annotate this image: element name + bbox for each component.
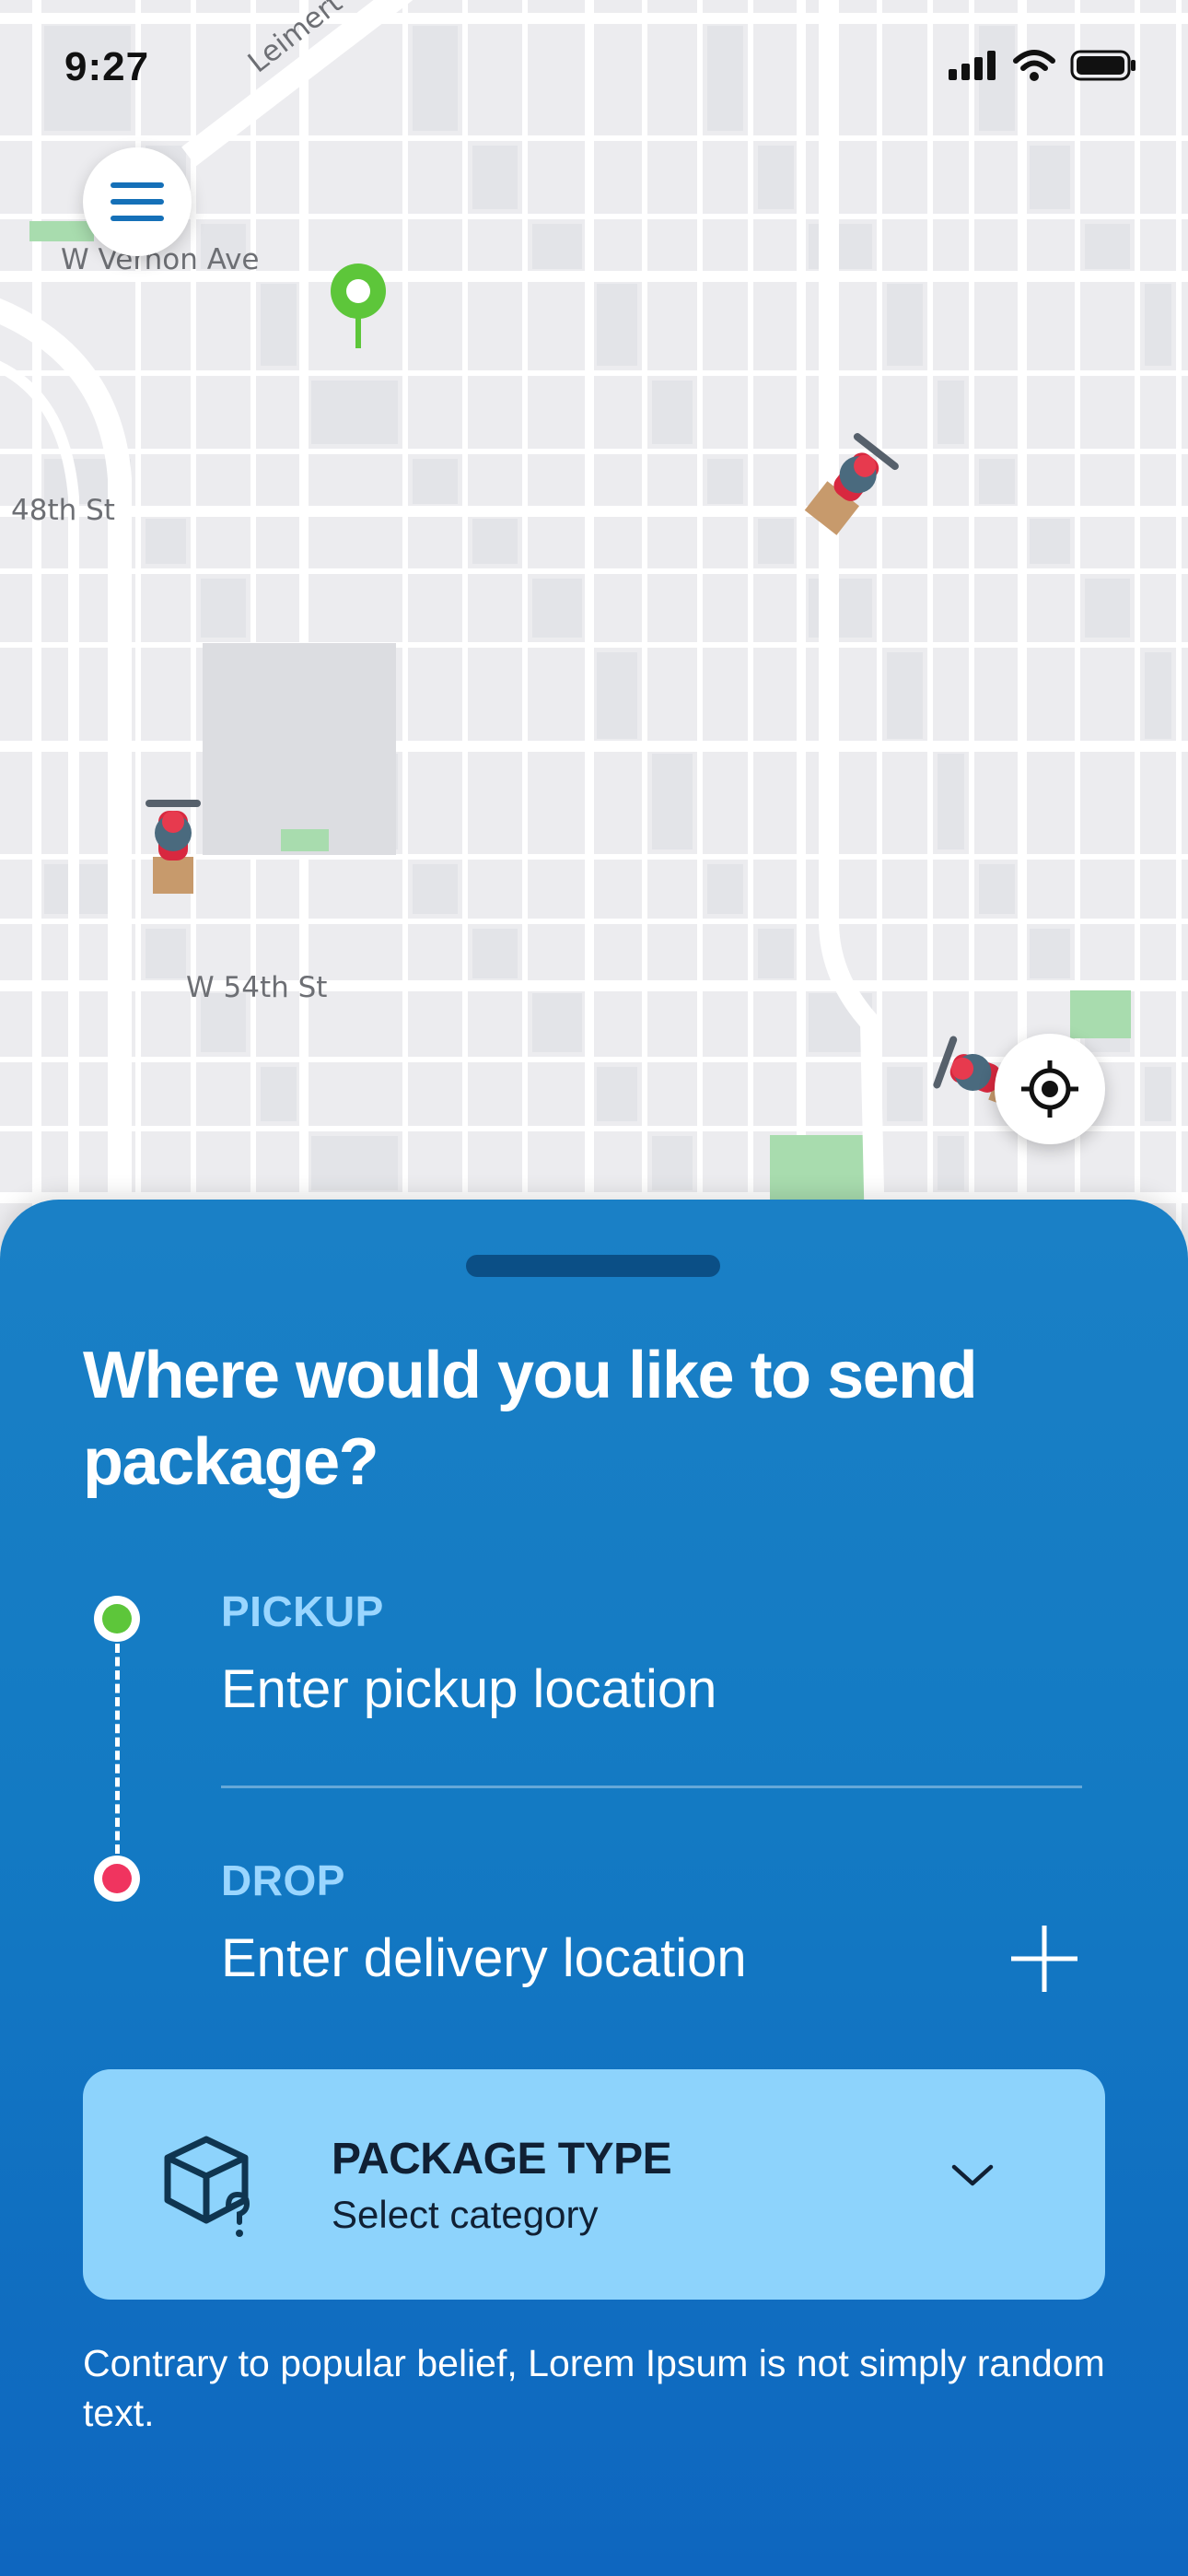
add-stop-button[interactable] [1004,1918,1085,1999]
battery-icon [1070,50,1136,81]
pickup-label: PICKUP [221,1587,384,1635]
wifi-icon [1013,50,1055,81]
pickup-location-input[interactable]: Enter pickup location [221,1658,716,1720]
package-type-title: PACKAGE TYPE [332,2135,672,2184]
status-bar: 9:27 [0,0,1188,138]
sheet-drag-handle[interactable] [466,1255,720,1277]
divider [221,1786,1082,1788]
crosshair-locate-icon [1021,1060,1078,1118]
menu-button[interactable] [83,147,192,256]
package-type-selector[interactable]: PACKAGE TYPE Select category [83,2069,1105,2300]
status-icons [949,50,1136,81]
status-time: 9:27 [64,44,150,89]
hamburger-menu-icon [111,182,164,221]
street-label-48th: 48th St [11,494,115,527]
chevron-down-icon [951,2164,994,2186]
route-dashed-line [115,1644,120,1854]
street-label-54th: W 54th St [186,971,327,1004]
info-note: Contrary to popular belief, Lorem Ipsum … [83,2342,1105,2434]
my-location-button[interactable] [995,1034,1105,1144]
package-box-icon [164,2136,250,2237]
drop-label: DROP [221,1856,345,1904]
package-type-value: Select category [332,2193,599,2236]
drop-location-input[interactable]: Enter delivery location [221,1927,747,1989]
pickup-dot-icon [94,1596,140,1642]
signal-icon [949,51,996,80]
plus-icon [1011,1926,1077,1992]
sheet-title: Where would you like to send package? [83,1339,978,1499]
drop-dot-icon [94,1856,140,1902]
